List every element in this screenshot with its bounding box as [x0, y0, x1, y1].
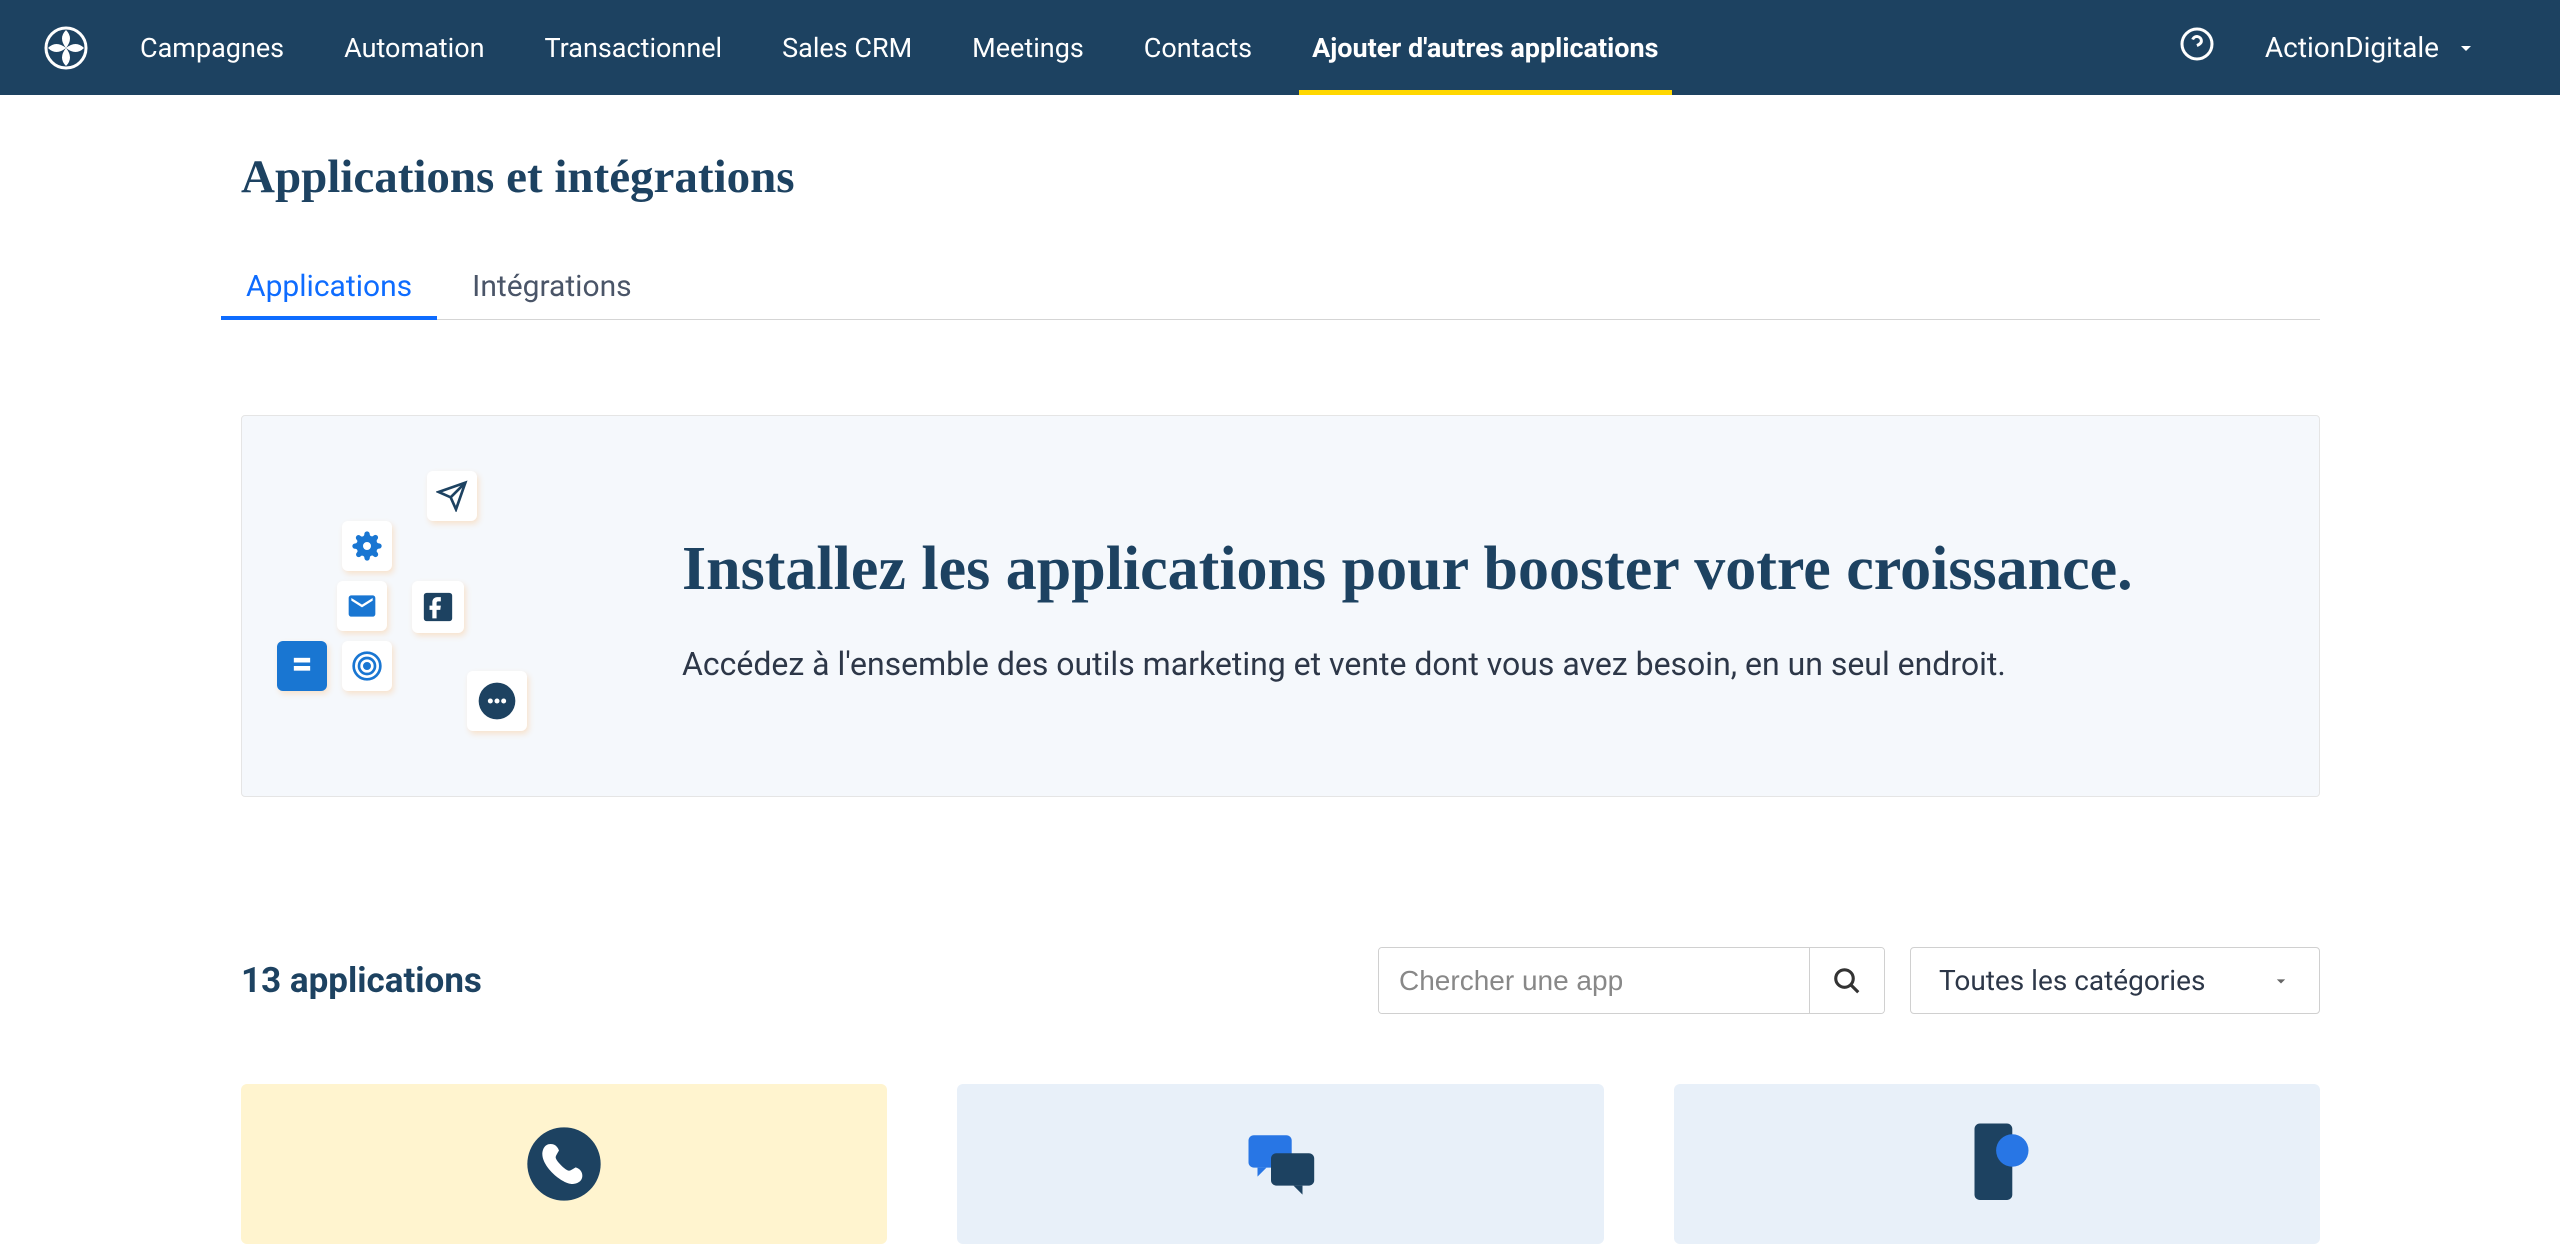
envelope-icon	[337, 581, 387, 631]
top-navigation: Campagnes Automation Transactionnel Sale…	[0, 0, 2560, 95]
category-label: Toutes les catégories	[1939, 964, 2205, 997]
help-icon[interactable]	[2179, 26, 2215, 70]
nav-item-sales-crm[interactable]: Sales CRM	[777, 1, 917, 95]
apps-count: 13 applications	[241, 960, 482, 1001]
account-dropdown[interactable]: ActionDigitale	[2265, 31, 2518, 64]
facebook-icon	[412, 581, 464, 633]
hero-text: Installez les applications pour booster …	[682, 529, 2259, 683]
apps-header: 13 applications Toutes les catégories	[241, 947, 2320, 1014]
app-cards-grid	[241, 1084, 2320, 1244]
paper-plane-icon	[427, 471, 477, 521]
page-title: Applications et intégrations	[241, 150, 2320, 204]
chat-bubble-icon	[467, 671, 527, 731]
hero-subtitle: Accédez à l'ensemble des outils marketin…	[682, 645, 2259, 683]
nav-item-meetings[interactable]: Meetings	[967, 1, 1089, 95]
logo[interactable]	[42, 24, 90, 72]
document-icon	[277, 641, 327, 691]
dropdown-arrow-icon	[2271, 971, 2291, 991]
apps-controls: Toutes les catégories	[1378, 947, 2320, 1014]
mobile-notification-icon	[1947, 1114, 2047, 1214]
tab-applications[interactable]: Applications	[241, 254, 417, 319]
hero-title: Installez les applications pour booster …	[682, 529, 2259, 610]
apps-section: 13 applications Toutes les catégories	[241, 947, 2320, 1244]
target-icon	[342, 641, 392, 691]
search-icon	[1832, 966, 1862, 996]
logo-icon	[42, 24, 90, 72]
nav-left-section: Campagnes Automation Transactionnel Sale…	[42, 1, 1664, 95]
chevron-down-icon	[2454, 36, 2478, 60]
nav-item-automation[interactable]: Automation	[339, 1, 489, 95]
category-dropdown[interactable]: Toutes les catégories	[1910, 947, 2320, 1014]
tab-integrations[interactable]: Intégrations	[467, 254, 636, 319]
nav-right-section: ActionDigitale	[2179, 26, 2518, 70]
app-card-conversations[interactable]	[957, 1084, 1603, 1244]
nav-items: Campagnes Automation Transactionnel Sale…	[135, 1, 1664, 95]
whatsapp-icon	[514, 1114, 614, 1214]
conversations-icon	[1230, 1114, 1330, 1214]
hero-icons-cluster	[272, 466, 552, 746]
app-card-push[interactable]	[1674, 1084, 2320, 1244]
app-card-whatsapp[interactable]	[241, 1084, 887, 1244]
hero-banner: Installez les applications pour booster …	[241, 415, 2320, 797]
tabs-container: Applications Intégrations	[241, 254, 2320, 320]
account-name: ActionDigitale	[2265, 31, 2439, 64]
main-content: Applications et intégrations Application…	[0, 95, 2560, 1244]
search-group	[1378, 947, 1885, 1014]
search-button[interactable]	[1809, 948, 1884, 1013]
nav-item-campaigns[interactable]: Campagnes	[135, 1, 289, 95]
nav-item-transactional[interactable]: Transactionnel	[540, 1, 728, 95]
gear-icon	[342, 521, 392, 571]
nav-item-contacts[interactable]: Contacts	[1139, 1, 1257, 95]
nav-item-add-apps[interactable]: Ajouter d'autres applications	[1307, 1, 1663, 95]
search-input[interactable]	[1379, 948, 1809, 1013]
